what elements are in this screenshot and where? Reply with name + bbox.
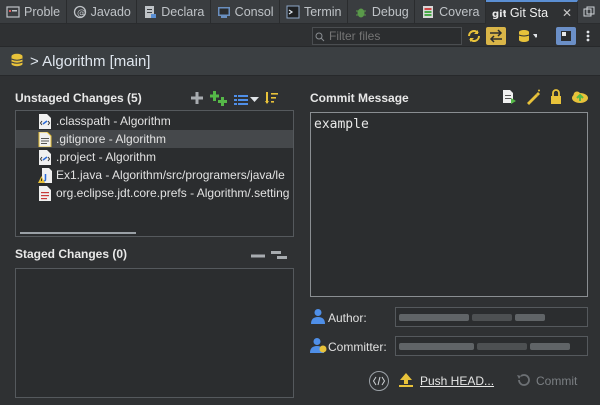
view-menu-icon[interactable] <box>578 27 598 45</box>
amend-icon[interactable] <box>525 89 541 108</box>
xml-file-icon <box>38 113 52 129</box>
tab-label: Consol <box>234 5 274 19</box>
view-toolbar <box>0 24 600 46</box>
tab-console[interactable]: Consol <box>211 0 280 24</box>
list-item[interactable]: .gitignore - Algorithm <box>16 130 293 148</box>
tab-debug[interactable]: Debug <box>348 0 416 24</box>
push-head-button[interactable]: Push HEAD... <box>398 370 494 392</box>
staged-files-list[interactable] <box>15 268 294 398</box>
javadoc-icon: @ <box>73 5 87 19</box>
tab-javadoc[interactable]: @ Javado <box>67 0 138 24</box>
sort-icon[interactable] <box>265 91 279 108</box>
tab-label: Termin <box>303 5 342 19</box>
filter-files-input[interactable] <box>312 27 462 45</box>
list-item[interactable]: org.eclipse.jdt.core.prefs - Algorithm/.… <box>16 184 293 202</box>
refresh-icon[interactable] <box>464 27 484 45</box>
coverage-icon <box>421 5 435 19</box>
add-to-index-icon[interactable] <box>190 91 204 108</box>
repository-title: > Algorithm [main] <box>30 52 151 70</box>
prefs-file-icon <box>38 185 52 201</box>
filter-search-icon <box>315 32 325 42</box>
console-icon <box>217 5 231 19</box>
committer-user-icon <box>310 337 328 357</box>
svg-text:git: git <box>492 9 506 20</box>
remove-all-from-index-icon[interactable] <box>271 249 287 264</box>
commit-message-editor[interactable]: example <box>310 112 588 297</box>
tab-coverage[interactable]: Covera <box>415 0 486 24</box>
terminal-icon <box>286 5 300 19</box>
tab-git-staging[interactable]: git Git Sta ✕ <box>485 0 579 24</box>
declaration-icon <box>143 5 157 19</box>
text-file-icon <box>38 131 52 147</box>
add-all-to-index-icon[interactable] <box>210 90 228 109</box>
sign-commit-lock-icon[interactable] <box>549 89 563 108</box>
tab-label: Javado <box>90 5 131 19</box>
repository-selector-icon[interactable] <box>517 27 537 45</box>
tab-label: Declara <box>161 5 205 19</box>
list-item[interactable]: .project - Algorithm <box>16 148 293 166</box>
java-file-warning-icon: J <box>38 167 52 183</box>
tab-label: Proble <box>24 5 61 19</box>
tab-label: Debug <box>371 5 409 19</box>
list-item[interactable]: .classpath - Algorithm <box>16 112 293 130</box>
xml-file-icon <box>38 149 52 165</box>
committer-label: Committer: <box>328 340 387 354</box>
commit-code-icon[interactable] <box>369 371 389 391</box>
commit-button[interactable]: Commit <box>516 370 577 392</box>
author-user-icon <box>310 308 326 327</box>
tab-label: Git Sta <box>509 6 549 20</box>
presentation-list-icon[interactable] <box>234 94 259 106</box>
add-signed-off-by-icon[interactable] <box>501 89 517 108</box>
commit-message-toolbar <box>501 89 589 108</box>
view-tab-bar: Proble @ Javado Declara Consol Termin De… <box>0 0 600 24</box>
unstaged-changes-title: Unstaged Changes (5) <box>15 91 142 105</box>
repository-header: > Algorithm [main] <box>0 46 600 76</box>
author-label: Author: <box>328 311 367 325</box>
repository-icon <box>10 52 24 71</box>
push-arrow-icon <box>398 372 414 391</box>
tab-problems[interactable]: Proble <box>0 0 67 24</box>
maximize-icon[interactable] <box>578 0 600 23</box>
staged-toolbar <box>251 249 287 264</box>
staged-changes-title: Staged Changes (0) <box>15 247 128 261</box>
commit-label: Commit <box>536 374 578 388</box>
link-with-selection-icon[interactable] <box>556 27 576 45</box>
committer-field[interactable] <box>395 336 588 356</box>
horizontal-scrollbar[interactable] <box>20 232 136 234</box>
git-icon: git <box>492 6 506 20</box>
push-to-gerrit-icon[interactable] <box>571 89 589 108</box>
unstaged-toolbar <box>190 90 279 109</box>
commit-icon <box>516 373 530 390</box>
list-item[interactable]: J Ex1.java - Algorithm/src/programers/ja… <box>16 166 293 184</box>
push-head-label: Push HEAD... <box>420 374 495 388</box>
tab-terminal[interactable]: Termin <box>280 0 348 24</box>
author-field[interactable] <box>395 307 588 327</box>
debug-icon <box>354 5 368 19</box>
compare-mode-toggle-icon[interactable] <box>486 27 506 45</box>
problems-icon <box>6 5 20 19</box>
svg-text:@: @ <box>77 9 86 19</box>
tab-declaration[interactable]: Declara <box>137 0 211 24</box>
close-icon[interactable]: ✕ <box>562 6 572 20</box>
commit-message-title: Commit Message <box>310 91 409 105</box>
remove-from-index-icon[interactable] <box>251 250 265 264</box>
tab-label: Covera <box>439 5 480 19</box>
unstaged-files-list[interactable]: .classpath - Algorithm .gitignore - Algo… <box>15 110 294 237</box>
